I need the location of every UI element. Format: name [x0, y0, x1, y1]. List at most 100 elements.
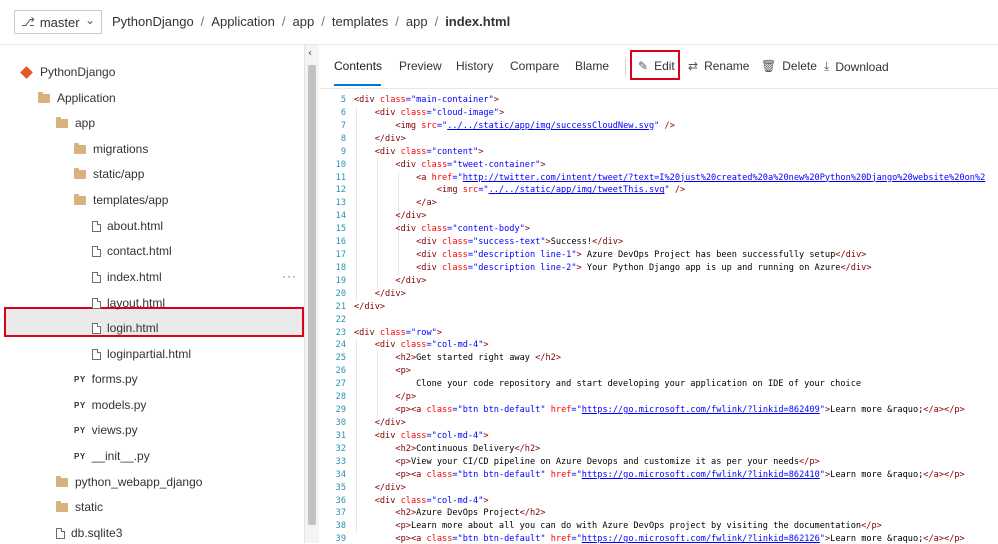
tree-item-static[interactable]: static	[56, 496, 103, 518]
tab-contents[interactable]: Contents	[334, 59, 382, 73]
breadcrumb-item[interactable]: app	[406, 14, 428, 29]
python-file-icon: PY	[74, 451, 86, 461]
line-number: 21	[335, 301, 346, 312]
tab-history[interactable]: History	[456, 59, 493, 73]
file-icon	[92, 322, 101, 334]
tree-item-index[interactable]: index.html	[92, 266, 162, 288]
breadcrumb-item[interactable]: PythonDjango	[112, 14, 194, 29]
code-line: 11 <a href="http://twitter.com/intent/tw…	[320, 172, 998, 185]
line-number: 33	[335, 456, 346, 467]
code-text: <img src="../../static/app/img/successCl…	[395, 120, 675, 131]
folder-icon	[74, 167, 86, 179]
edit-button[interactable]: ✎ Edit	[638, 59, 675, 73]
breadcrumb-item[interactable]: Application	[211, 14, 275, 29]
code-text: <a href="http://twitter.com/intent/tweet…	[416, 172, 986, 183]
breadcrumb-item[interactable]: app	[293, 14, 315, 29]
tree-item-templates-app[interactable]: templates/app	[74, 189, 168, 211]
breadcrumb: PythonDjango / Application / app / templates / a…	[112, 14, 511, 29]
tree-item-about[interactable]: about.html	[92, 215, 163, 237]
code-text: <img src="../../static/app/img/tweetThis…	[436, 185, 686, 196]
code-line: 18 <div class="description line-2"> Your…	[320, 262, 998, 275]
tab-compare[interactable]: Compare	[510, 59, 559, 73]
code-viewer[interactable]: 5 <div class="main-container"> 6 <div clas…	[320, 92, 998, 543]
tree-item-app[interactable]: app	[56, 112, 95, 134]
tree-item-layout[interactable]: layout.html	[92, 292, 165, 314]
file-icon	[92, 220, 101, 232]
code-line: 5 <div class="main-container">	[320, 94, 998, 107]
tree-item-init[interactable]: PY __init__.py	[74, 445, 150, 467]
line-number: 23	[335, 327, 346, 338]
collapse-left-icon[interactable]: ‹	[308, 48, 312, 59]
line-number: 36	[335, 495, 346, 506]
tree-item-application[interactable]: Application	[38, 87, 116, 109]
code-line: 20 </div>	[320, 288, 998, 301]
code-line: 13 </a>	[320, 197, 998, 210]
tab-preview[interactable]: Preview	[399, 59, 442, 73]
python-file-icon: PY	[74, 374, 86, 384]
folder-icon	[74, 193, 86, 205]
code-text: <div class="content-body">	[395, 224, 530, 235]
download-button[interactable]: ⤓ Download	[824, 59, 889, 74]
code-line: 17 <div class="description line-1"> Azur…	[320, 249, 998, 262]
folder-icon	[38, 91, 50, 103]
tree-item-login[interactable]: login.html	[92, 317, 158, 339]
tree-item-contact[interactable]: contact.html	[92, 240, 172, 262]
download-icon: ⤓	[824, 59, 830, 73]
breadcrumb-item[interactable]: templates	[332, 14, 388, 29]
branch-selector[interactable]: ⎇ master ⌄	[14, 10, 102, 34]
line-number: 24	[335, 340, 346, 351]
tree-item-static-app[interactable]: static/app	[74, 163, 144, 185]
header-divider	[320, 88, 998, 89]
code-line: 16 <div class="success-text">Success!</d…	[320, 236, 998, 249]
tree-item-python-webapp[interactable]: python_webapp_django	[56, 471, 202, 493]
tree-item-migrations[interactable]: migrations	[74, 138, 148, 160]
line-number: 37	[335, 508, 346, 519]
code-line: 6 <div class="cloud-image">	[320, 107, 998, 120]
divider	[625, 58, 626, 76]
tree-item-forms[interactable]: PY forms.py	[74, 368, 138, 390]
code-line: 25 <h2>Get started right away </h2>	[320, 352, 998, 365]
code-line: 19 </div>	[320, 275, 998, 288]
more-options-icon[interactable]: ···	[282, 269, 297, 283]
line-number: 8	[340, 133, 346, 144]
code-line: 15 <div class="content-body">	[320, 223, 998, 236]
tree-item-db[interactable]: db.sqlite3	[56, 522, 122, 544]
code-text: </div>	[374, 288, 406, 299]
top-bar: ⎇ master ⌄ PythonDjango / Application / app /…	[0, 0, 998, 45]
code-text: </p>	[395, 392, 417, 403]
delete-button[interactable]: 🗑 Delete	[761, 59, 817, 73]
code-line: 32 <h2>Continuous Delivery</h2>	[320, 443, 998, 456]
code-line: 36 <div class="col-md-4">	[320, 495, 998, 508]
folder-icon	[56, 500, 68, 512]
code-text: </div>	[354, 301, 386, 312]
folder-icon	[56, 116, 68, 128]
code-text: <div class="success-text">Success!</div>	[416, 237, 624, 248]
tree-scrollbar[interactable]: ‹	[304, 45, 319, 543]
code-text: <p>	[395, 366, 411, 377]
tab-blame[interactable]: Blame	[575, 59, 609, 73]
tree-item-models[interactable]: PY models.py	[74, 394, 146, 416]
tree-item-views[interactable]: PY views.py	[74, 419, 138, 441]
code-text: <div class="cloud-image">	[374, 107, 505, 118]
code-line: 33 <p>View your CI/CD pipeline on Azure …	[320, 456, 998, 469]
tree-item-loginpartial[interactable]: loginpartial.html	[92, 343, 191, 365]
line-number: 29	[335, 405, 346, 416]
line-number: 18	[335, 262, 346, 273]
line-number: 15	[335, 224, 346, 235]
code-text: <div class="description line-2"> Your Py…	[416, 262, 872, 273]
tree-item-repo[interactable]: PythonDjango	[20, 61, 115, 83]
repo-icon	[20, 65, 33, 79]
code-text: <p><a class="btn btn-default" href="http…	[395, 534, 965, 543]
code-line: 21 </div>	[320, 301, 998, 314]
line-number: 7	[340, 120, 346, 131]
code-text: </div>	[395, 211, 427, 222]
branch-name: master	[39, 14, 80, 30]
line-number: 5	[340, 95, 346, 105]
branch-icon: ⎇	[21, 15, 35, 29]
line-number: 16	[335, 237, 346, 248]
trash-icon: 🗑	[761, 59, 777, 73]
code-text: <div class="content">	[374, 146, 484, 157]
rename-button[interactable]: ⇄ Rename	[688, 59, 749, 73]
code-line: 23 <div class="row">	[320, 327, 998, 340]
scrollbar-thumb[interactable]	[308, 65, 316, 525]
